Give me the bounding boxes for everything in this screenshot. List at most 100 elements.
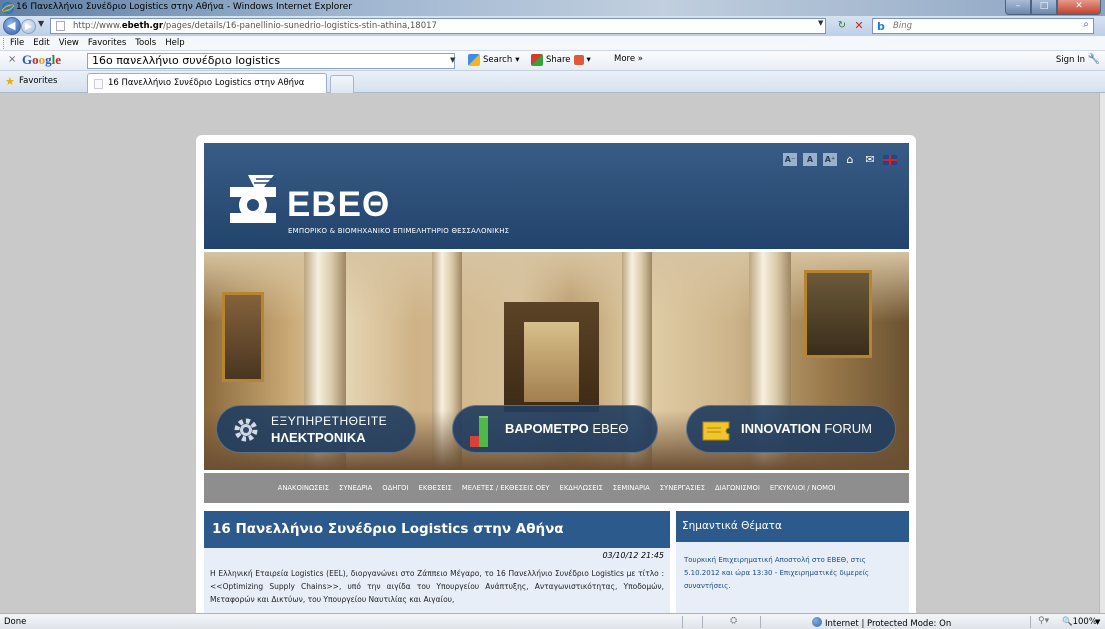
bar-chart-icon bbox=[470, 416, 488, 447]
site-header: A⁻ A A⁺ ⌂ ✉ ΕΒΕΘ ΕΜΠΟΡΙΚΟ & ΒΙΟΜΗΧΑΝΙΚΟ … bbox=[204, 143, 909, 249]
innovation-forum-button[interactable]: INNOVATION FORUM bbox=[686, 405, 896, 453]
sign-in-button[interactable]: Sign In bbox=[1056, 55, 1085, 65]
status-divider bbox=[682, 616, 683, 628]
toolbar-close-button[interactable]: × bbox=[8, 54, 16, 65]
innovation-light: FORUM bbox=[824, 421, 872, 436]
site-logo-name[interactable]: ΕΒΕΘ bbox=[287, 185, 390, 225]
vertical-scrollbar[interactable] bbox=[1099, 93, 1105, 613]
nav-item-announcements[interactable]: ΑΝΑΚΟΙΝΩΣΕΙΣ bbox=[278, 484, 329, 492]
address-field[interactable]: http://www.ebeth.gr/pages/details/16-pan… bbox=[50, 18, 826, 34]
search-dropdown-icon[interactable]: ▼ bbox=[450, 56, 455, 64]
url-prefix: http://www. bbox=[73, 21, 122, 31]
privacy-icon[interactable]: ⛭ bbox=[730, 616, 737, 626]
nav-item-seminars[interactable]: ΣΕΜΙΝΑΡΙΑ bbox=[613, 484, 650, 492]
tab-title: 16 Πανελλήνιο Συνέδριο Logistics στην Αθ… bbox=[108, 78, 305, 88]
security-zone[interactable]: Internet | Protected Mode: On bbox=[812, 617, 951, 629]
e-services-button[interactable]: ΕΞΥΠΗΡΕΤΗΘΕΙΤΕ ΗΛΕΚΤΡΟΝΙΚΑ bbox=[216, 405, 416, 453]
menu-edit[interactable]: Edit bbox=[33, 38, 49, 48]
e-services-line1: ΕΞΥΠΗΡΕΤΗΘΕΙΤΕ bbox=[271, 414, 388, 428]
url-path: /pages/details/16-panellinio-sunedrio-lo… bbox=[163, 21, 437, 31]
nav-item-tenders[interactable]: ΔΙΑΓΩΝΙΣΜΟΙ bbox=[715, 484, 760, 492]
site-nav: ΑΝΑΚΟΙΝΩΣΕΙΣ ΣΥΝΕΔΡΙΑ ΟΔΗΓΟΙ ΕΚΘΕΣΕΙΣ ΜΕ… bbox=[204, 473, 909, 503]
nav-item-conferences[interactable]: ΣΥΝΕΔΡΙΑ bbox=[339, 484, 372, 492]
chevron-down-icon: ▾ bbox=[586, 55, 591, 65]
new-tab-button[interactable] bbox=[330, 75, 354, 93]
wrench-icon[interactable]: 🔧 bbox=[1088, 54, 1100, 65]
minimize-button[interactable]: – bbox=[1005, 0, 1031, 15]
close-button[interactable]: ✕ bbox=[1057, 0, 1101, 15]
e-services-line2: ΗΛΕΚΤΡΟΝΙΚΑ bbox=[271, 430, 366, 445]
sidebar-news-link[interactable]: Τουρκική Επιχειρηματική Αποστολή στο ΕΒΕ… bbox=[684, 554, 902, 593]
status-divider bbox=[702, 616, 703, 628]
barometer-button[interactable]: ΒΑΡΟΜΕΤΡΟ ΕΒΕΘ bbox=[452, 405, 658, 453]
status-divider bbox=[1030, 616, 1031, 628]
menu-bar: File Edit View Favorites Tools Help bbox=[0, 36, 1105, 51]
font-decrease-button[interactable]: A⁻ bbox=[783, 153, 797, 166]
ie-icon bbox=[2, 2, 14, 14]
zoom-dropdown-icon[interactable]: ▼ bbox=[1095, 618, 1100, 626]
title-bar: 16 Πανελλήνιο Συνέδριο Logistics στην Αθ… bbox=[0, 0, 1105, 16]
menu-file[interactable]: File bbox=[10, 38, 24, 48]
popup-blocker-icon[interactable]: ⚲▾ bbox=[1038, 616, 1049, 626]
bing-logo-icon: b bbox=[877, 20, 885, 33]
maximize-button[interactable]: □ bbox=[1031, 0, 1057, 15]
barometer-light: ΕΒΕΘ bbox=[592, 421, 629, 436]
refresh-icon[interactable]: ↻ bbox=[835, 19, 849, 33]
status-divider bbox=[760, 616, 761, 628]
article-title: 16 Πανελλήνιο Συνέδριο Logistics στην Αθ… bbox=[212, 521, 564, 537]
google-search-input[interactable]: 16ο πανελλήνιο συνέδριο logistics bbox=[87, 53, 455, 69]
nav-item-events[interactable]: ΕΚΔΗΛΩΣΕΙΣ bbox=[560, 484, 603, 492]
nav-item-circulars[interactable]: ΕΓΚΥΚΛΙΟΙ / ΝΟΜΟΙ bbox=[770, 484, 835, 492]
url-domain: ebeth.gr bbox=[121, 21, 164, 31]
nav-item-partnerships[interactable]: ΣΥΝΕΡΓΑΣΙΕΣ bbox=[660, 484, 705, 492]
share-label: Share bbox=[546, 55, 571, 65]
menu-favorites[interactable]: Favorites bbox=[88, 38, 126, 48]
menu-tools[interactable]: Tools bbox=[135, 38, 156, 48]
nav-item-guides[interactable]: ΟΔΗΓΟΙ bbox=[382, 484, 408, 492]
google-search-button[interactable]: Search ▾ bbox=[468, 54, 519, 66]
nav-item-studies[interactable]: ΜΕΛΕΤΕΣ / ΕΚΘΕΣΕΙΣ ΟΕΥ bbox=[462, 484, 550, 492]
font-increase-button[interactable]: A⁺ bbox=[823, 153, 837, 166]
stop-icon[interactable]: ✕ bbox=[852, 19, 866, 33]
search-input[interactable] bbox=[893, 20, 1063, 32]
chevron-down-icon: ▾ bbox=[515, 55, 520, 65]
globe-icon bbox=[812, 617, 822, 627]
google-toolbar: × Google 16ο πανελλήνιο συνέδριο logisti… bbox=[0, 51, 1105, 71]
share-button[interactable]: Share ▾ bbox=[531, 54, 591, 66]
hero-image: ΕΞΥΠΗΡΕΤΗΘΕΙΤΕ ΗΛΕΚΤΡΟΝΙΚΑ ΒΑΡΟΜΕΤΡΟ ΕΒΕ… bbox=[204, 252, 909, 470]
font-normal-button[interactable]: A bbox=[803, 153, 817, 166]
search-box[interactable]: b ⌕ bbox=[872, 18, 1094, 34]
painting bbox=[222, 292, 264, 382]
address-bar-row: ◀ ▶ ▼ http://www.ebeth.gr/pages/details/… bbox=[0, 16, 1105, 36]
forward-arrow-icon: ▶ bbox=[25, 22, 32, 32]
search-icon[interactable]: ⌕ bbox=[1083, 19, 1089, 30]
google-logo[interactable]: Google bbox=[22, 52, 61, 68]
zoom-level[interactable]: 🔍100% bbox=[1062, 617, 1097, 627]
menu-view[interactable]: View bbox=[59, 38, 79, 48]
doorway-inner bbox=[524, 322, 579, 402]
favorites-button[interactable]: Favorites bbox=[19, 76, 57, 86]
browser-tab[interactable]: 16 Πανελλήνιο Συνέδριο Logistics στην Αθ… bbox=[87, 73, 327, 93]
mail-icon[interactable]: ✉ bbox=[863, 153, 877, 166]
window-title: 16 Πανελλήνιο Συνέδριο Logistics στην Αθ… bbox=[16, 2, 353, 12]
site-page: A⁻ A A⁺ ⌂ ✉ ΕΒΕΘ ΕΜΠΟΡΙΚΟ & ΒΙΟΜΗΧΑΝΙΚΟ … bbox=[196, 135, 916, 613]
home-icon[interactable]: ⌂ bbox=[843, 153, 857, 166]
back-arrow-icon: ◀ bbox=[7, 19, 16, 32]
recent-pages-dropdown-icon[interactable]: ▼ bbox=[38, 19, 44, 28]
share-icon bbox=[531, 54, 543, 66]
innovation-bold: INNOVATION bbox=[741, 421, 821, 436]
forward-button[interactable]: ▶ bbox=[21, 19, 36, 34]
more-button[interactable]: More » bbox=[614, 54, 643, 64]
back-button[interactable]: ◀ bbox=[3, 17, 21, 35]
uk-flag-icon[interactable] bbox=[883, 154, 897, 165]
page-icon bbox=[56, 21, 65, 31]
favorites-star-icon[interactable]: ★ bbox=[5, 75, 15, 88]
sidebar-title: Σημαντικά Θέματα bbox=[682, 520, 782, 532]
menu-help[interactable]: Help bbox=[165, 38, 184, 48]
address-dropdown-icon[interactable]: ▼ bbox=[818, 19, 823, 27]
article-body: 03/10/12 21:45 Η Ελληνική Εταιρεία Logis… bbox=[204, 548, 670, 613]
status-text: Done bbox=[4, 617, 27, 627]
nav-item-exhibitions[interactable]: ΕΚΘΕΣΕΙΣ bbox=[419, 484, 452, 492]
site-logo-subtitle: ΕΜΠΟΡΙΚΟ & ΒΙΟΜΗΧΑΝΙΚΟ ΕΠΙΜΕΛΗΤΗΡΙΟ ΘΕΣΣ… bbox=[288, 227, 510, 235]
favorites-bar: ★ Favorites 16 Πανελλήνιο Συνέδριο Logis… bbox=[0, 71, 1105, 93]
